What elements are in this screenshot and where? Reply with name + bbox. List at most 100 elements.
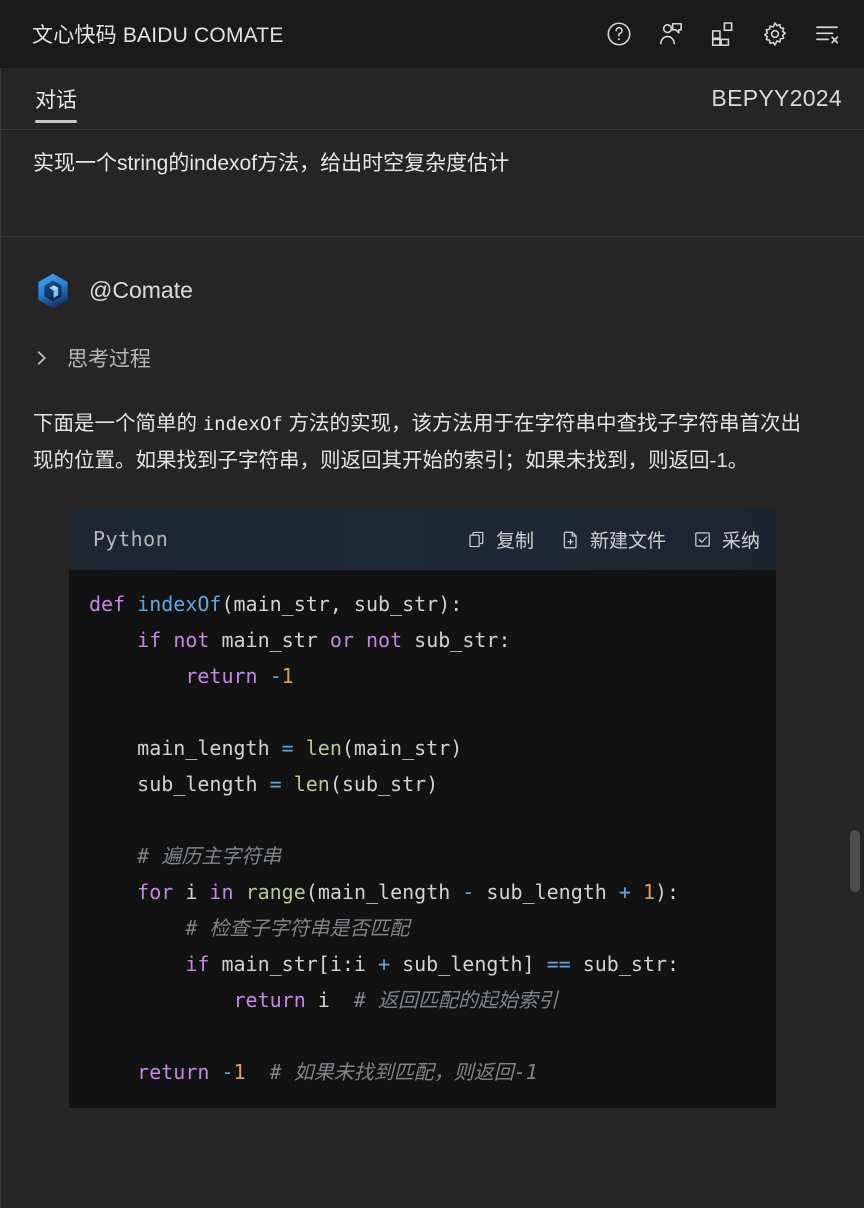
code-line: def indexOf(main_str, sub_str): — [69, 586, 776, 622]
code-token: in — [209, 880, 234, 905]
workspace-name: BEPYY2024 — [711, 85, 842, 111]
code-token: sub_str: — [570, 952, 680, 977]
code-token: # 如果未找到匹配，则返回-1 — [269, 1060, 538, 1085]
code-token: (main_length — [305, 880, 463, 905]
app-title: 文心快码 BAIDU COMATE — [32, 24, 284, 47]
code-block: Python 复制 新建文件 采纳 def indexOf(main_str, … — [69, 508, 776, 1109]
code-token: indexOf — [137, 592, 222, 617]
code-language-label: Python — [93, 527, 169, 552]
assistant-header: @Comate — [33, 271, 836, 311]
tab-conversation[interactable]: 对话 — [33, 68, 79, 129]
code-block-header: Python 复制 新建文件 采纳 — [69, 508, 776, 571]
conversation-scroll-area[interactable]: 实现一个string的indexof方法，给出时空复杂度估计 @Comate 思… — [1, 130, 864, 1208]
plugins-icon[interactable] — [708, 19, 738, 49]
code-line: sub_length = len(sub_str) — [69, 766, 776, 802]
code-token: sub_str: — [402, 628, 511, 653]
code-line: main_length = len(main_str) — [69, 730, 776, 766]
new-file-button[interactable]: 新建文件 — [560, 526, 666, 553]
code-token: not — [173, 628, 210, 653]
titlebar-actions — [604, 19, 842, 49]
code-token: range — [245, 880, 306, 905]
help-icon[interactable] — [604, 19, 634, 49]
code-line: if not main_str or not sub_str: — [69, 622, 776, 658]
new-file-button-label: 新建文件 — [589, 530, 666, 552]
inline-code-indexof: indexOf — [202, 412, 283, 435]
code-token: 1 — [642, 880, 656, 905]
code-token: 1 — [233, 1060, 246, 1085]
code-token: (sub_str) — [329, 772, 439, 797]
code-token: main_str[i:i — [209, 952, 378, 977]
code-token: sub_length — [474, 880, 619, 905]
code-token: return — [233, 988, 306, 1013]
settings-icon[interactable] — [760, 19, 790, 49]
conversation-scrollbar-thumb[interactable] — [850, 830, 860, 892]
code-token: + — [618, 880, 631, 905]
code-token: = — [281, 736, 294, 761]
code-token: return — [137, 1060, 210, 1085]
adopt-button-label: 采纳 — [721, 530, 760, 552]
code-token: return — [185, 664, 258, 689]
file-plus-icon — [560, 528, 581, 550]
copy-button-label: 复制 — [495, 530, 534, 552]
conversation-scrollbar[interactable] — [848, 68, 864, 1208]
titlebar: 文心快码 BAIDU COMATE — [0, 0, 864, 68]
code-line: if main_str[i:i + sub_length] == sub_str… — [69, 946, 776, 982]
assistant-name: @Comate — [89, 277, 193, 303]
code-line: return -1 — [69, 658, 776, 694]
assistant-message: @Comate 思考过程 下面是一个简单的 indexOf 方法的实现，该方法用… — [1, 237, 864, 1109]
thinking-process-toggle[interactable]: 思考过程 — [33, 341, 836, 375]
clear-list-icon[interactable] — [812, 19, 842, 49]
code-token: i — [173, 880, 210, 905]
comate-hexagon-logo-icon — [33, 271, 73, 311]
code-token: (main_str) — [341, 736, 463, 761]
code-token: = — [269, 772, 282, 797]
code-token: or — [329, 628, 354, 653]
code-block-content[interactable]: def indexOf(main_str, sub_str): if not m… — [69, 570, 776, 1109]
code-line: return -1 # 如果未找到匹配，则返回-1 — [69, 1054, 776, 1090]
code-token: main_str — [209, 628, 330, 653]
code-token: # 检查子字符串是否匹配 — [185, 916, 410, 941]
adopt-button[interactable]: 采纳 — [692, 526, 760, 553]
code-token: len — [293, 772, 330, 797]
tabbar: 对话 BEPYY2024 — [1, 68, 864, 130]
code-token: def — [89, 592, 126, 617]
code-line: # 遍历主字符串 — [69, 838, 776, 874]
feedback-icon[interactable] — [656, 19, 686, 49]
copy-button[interactable]: 复制 — [466, 526, 534, 553]
tab-conversation-label: 对话 — [35, 88, 77, 112]
code-token: sub_length — [89, 772, 270, 797]
code-token: i — [305, 988, 354, 1013]
copy-icon — [466, 528, 487, 550]
paragraph-part-1: 下面是一个简单的 — [33, 411, 203, 435]
chevron-right-icon — [33, 349, 51, 367]
code-line: # 检查子字符串是否匹配 — [69, 910, 776, 946]
code-token: # 返回匹配的起始索引 — [353, 988, 559, 1013]
assistant-paragraph: 下面是一个简单的 indexOf 方法的实现，该方法用于在字符串中查找子字符串首… — [33, 405, 836, 481]
check-square-icon — [692, 528, 713, 550]
code-token: for — [137, 880, 174, 905]
comate-chat-panel: 文心快码 BAIDU COMATE 对话 BEPYY2024 实现一个strin… — [0, 0, 864, 1208]
code-token: + — [378, 952, 391, 977]
code-token: == — [546, 952, 571, 977]
code-token: sub_length] — [390, 952, 547, 977]
code-token: - — [221, 1060, 234, 1085]
panel-body: 对话 BEPYY2024 实现一个string的indexof方法，给出时空复杂… — [0, 68, 864, 1208]
code-line: for i in range(main_length - sub_length … — [69, 874, 776, 910]
code-block-actions: 复制 新建文件 采纳 — [466, 526, 760, 553]
